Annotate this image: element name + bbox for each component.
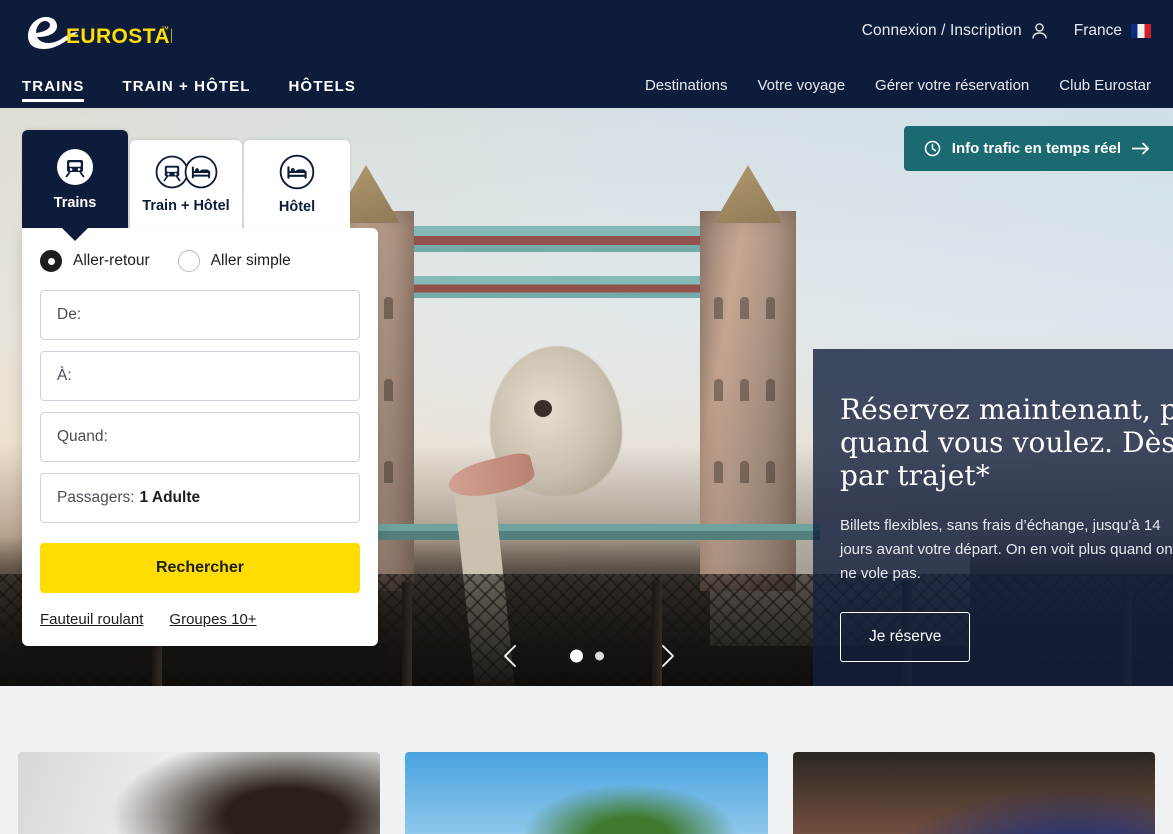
passengers-field-label: Passagers: xyxy=(57,489,135,506)
promo-body: Billets flexibles, sans frais d’échange,… xyxy=(840,517,1173,583)
tab-train-hotel-label: Train + Hôtel xyxy=(142,198,230,214)
date-field[interactable]: Quand: xyxy=(40,412,360,462)
page-root: EUROSTAR ™ Connexion / Inscription Franc… xyxy=(0,0,1173,834)
promo-cards-row xyxy=(0,752,1173,834)
origin-field[interactable]: De: xyxy=(40,290,360,340)
france-flag-icon xyxy=(1131,24,1151,38)
promo-card-1-image xyxy=(18,752,381,834)
tab-train-hotel-icons xyxy=(154,154,219,190)
nav-hotels[interactable]: HÔTELS xyxy=(289,78,356,108)
svg-text:™: ™ xyxy=(161,25,169,34)
link-fauteuil-roulant[interactable]: Fauteuil roulant xyxy=(40,611,143,628)
carousel-dot-2[interactable] xyxy=(594,651,604,661)
promo-card-2-image xyxy=(405,752,768,834)
nav-votre-voyage[interactable]: Votre voyage xyxy=(757,77,845,94)
passengers-field-value: 1 Adulte xyxy=(139,489,201,506)
booking-panel: Aller-retour Aller simple De: À: Quand: xyxy=(22,228,378,646)
nav-trains[interactable]: TRAINS xyxy=(22,78,85,108)
nav-train-hotel[interactable]: TRAIN + HÔTEL xyxy=(122,78,250,108)
person-icon xyxy=(1032,23,1047,39)
tab-hotel[interactable]: Hôtel xyxy=(244,140,350,228)
promo-card-1[interactable] xyxy=(18,752,381,834)
main-navigation-bar: TRAINS TRAIN + HÔTEL HÔTELS Destinations… xyxy=(0,62,1173,108)
booking-tabs: Trains Train + Hôtel Hôtel xyxy=(22,130,378,228)
date-field-label: Quand: xyxy=(57,428,108,445)
chevron-right-icon[interactable] xyxy=(654,643,680,669)
radio-aller-simple-label: Aller simple xyxy=(210,252,291,269)
carousel-dot-1[interactable] xyxy=(569,649,583,663)
booking-extra-links: Fauteuil roulant Groupes 10+ xyxy=(40,611,360,628)
trip-type-radio-group: Aller-retour Aller simple xyxy=(40,250,360,272)
promo-heading-line3: par trajet* xyxy=(840,459,990,493)
promo-heading: Réservez maintenant, partez quand vous v… xyxy=(840,393,1173,492)
eurostar-e-swoosh-logo: EUROSTAR ™ xyxy=(28,17,172,49)
promo-heading-line1: Réservez maintenant, partez xyxy=(840,393,1173,426)
topbar-right-group: Connexion / Inscription France xyxy=(862,22,1151,40)
tab-train-hotel[interactable]: Train + Hôtel xyxy=(130,140,242,228)
primary-nav-group: TRAINS TRAIN + HÔTEL HÔTELS xyxy=(22,62,356,108)
nav-gerer-reservation[interactable]: Gérer votre réservation xyxy=(875,77,1029,94)
origin-field-label: De: xyxy=(57,306,82,323)
promo-cards-section xyxy=(0,686,1173,834)
account-label: Connexion / Inscription xyxy=(861,22,1022,39)
bed-circle-icon xyxy=(184,155,217,189)
hero-carousel: Info trafic en temps réel Trains Train +… xyxy=(0,108,1173,686)
account-login-link[interactable]: Connexion / Inscription xyxy=(862,22,1048,40)
country-label: France xyxy=(1073,22,1122,39)
clock-icon xyxy=(924,140,941,157)
radio-aller-retour-label: Aller-retour xyxy=(73,252,150,269)
nav-club-eurostar[interactable]: Club Eurostar xyxy=(1059,77,1151,94)
country-selector[interactable]: France xyxy=(1074,22,1151,40)
promo-card-3-image xyxy=(792,752,1155,834)
tab-hotel-label: Hôtel xyxy=(278,199,316,215)
nav-destinations[interactable]: Destinations xyxy=(645,77,728,94)
train-circle-icon xyxy=(57,149,93,185)
tab-trains-icons xyxy=(55,147,95,187)
bed-circle-icon xyxy=(279,154,315,190)
booking-widget: Trains Train + Hôtel Hôtel Aller-retour … xyxy=(22,130,378,646)
tab-hotel-icons xyxy=(278,153,316,191)
promo-card-3[interactable] xyxy=(792,752,1155,834)
chevron-left-icon[interactable] xyxy=(498,643,524,669)
arrow-right-icon xyxy=(1132,142,1150,155)
info-traffic-button[interactable]: Info trafic en temps réel xyxy=(903,126,1173,171)
tab-trains[interactable]: Trains xyxy=(22,130,128,228)
radio-aller-simple-dot xyxy=(177,250,200,272)
radio-aller-simple[interactable]: Aller simple xyxy=(177,250,291,272)
destination-field-label: À: xyxy=(57,367,72,384)
search-button[interactable]: Rechercher xyxy=(40,543,360,593)
ostrich-eye xyxy=(534,400,552,417)
radio-aller-retour-dot xyxy=(40,250,62,272)
promo-heading-line2: quand vous voulez. Dès 44 € xyxy=(840,426,1173,460)
promo-card-2[interactable] xyxy=(405,752,768,834)
passengers-field[interactable]: Passagers: 1 Adulte xyxy=(40,473,360,523)
eurostar-logo[interactable]: EUROSTAR ™ xyxy=(22,9,172,53)
tab-trains-label: Trains xyxy=(53,195,97,211)
link-groupes-10plus[interactable]: Groupes 10+ xyxy=(169,611,256,628)
svg-text:EUROSTAR: EUROSTAR xyxy=(66,25,172,48)
carousel-dots xyxy=(569,649,604,663)
secondary-nav-group: Destinations Votre voyage Gérer votre ré… xyxy=(645,77,1151,94)
destination-field[interactable]: À: xyxy=(40,351,360,401)
top-utility-bar: EUROSTAR ™ Connexion / Inscription Franc… xyxy=(0,0,1173,62)
radio-aller-retour[interactable]: Aller-retour xyxy=(40,250,150,272)
info-traffic-label: Info trafic en temps réel xyxy=(951,140,1121,157)
